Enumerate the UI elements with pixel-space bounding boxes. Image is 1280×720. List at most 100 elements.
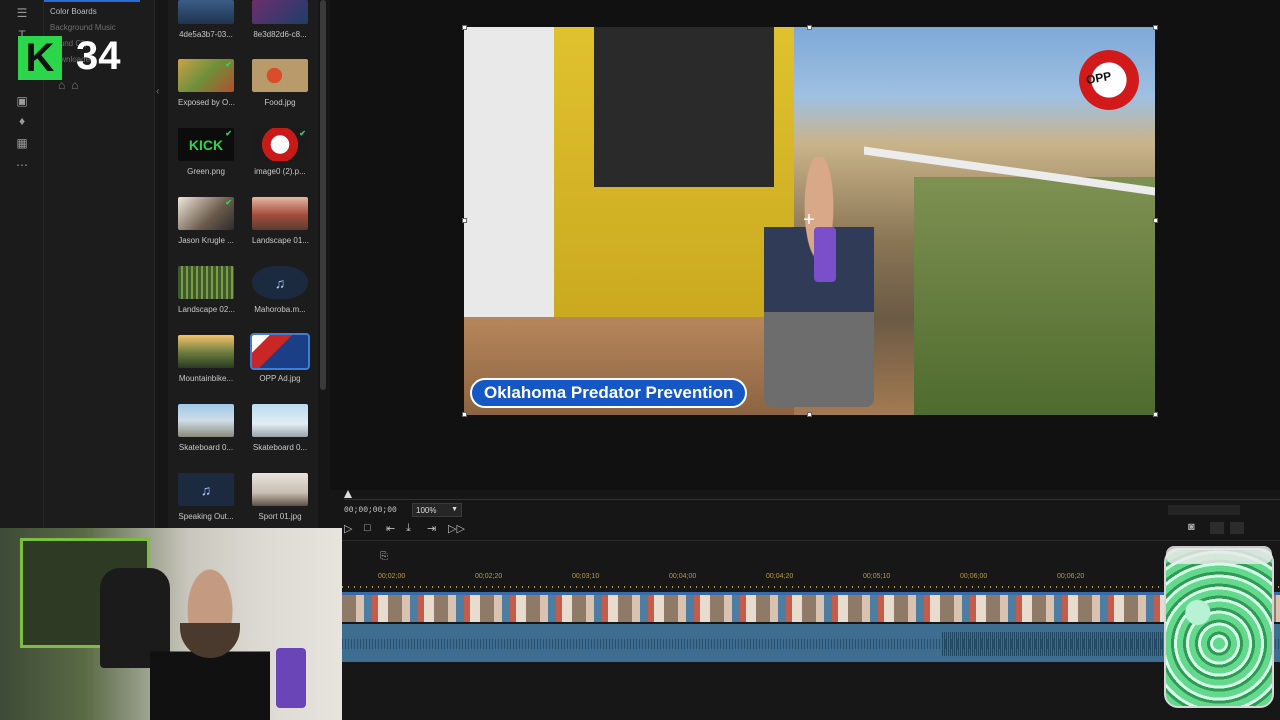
previous-frame-icon[interactable]: ⇤ [386,522,395,535]
audio-waveform-peak [942,632,1202,656]
media-tile[interactable]: Food.jpg [252,59,308,107]
fullscreen-icon[interactable] [1230,522,1244,534]
media-thumbnail: ♫ [178,473,234,506]
ruler-label: 00;04;20 [766,573,794,580]
drink-can [814,227,836,282]
audio-track-clip[interactable] [342,624,1280,662]
media-thumbnail [250,333,310,370]
in-use-check-icon: ✔ [225,60,232,69]
media-tile[interactable]: 4de5a3b7-03... [178,0,234,39]
media-label: Landscape 02... [178,305,235,314]
effect-room-icon[interactable]: ♦ [15,114,29,128]
media-tile[interactable]: ✔ Jason Krugle ... [178,197,234,245]
zoom-dropdown[interactable]: 100% ▼ [412,503,462,517]
media-thumbnail [178,335,234,368]
snapshot-marker-icon[interactable]: ⤓ [406,522,411,535]
pip-room-icon[interactable]: ▦ [15,136,29,150]
media-tile[interactable]: ✔ Exposed by O... [178,59,235,107]
track-manager-icon[interactable]: ⎘ [380,551,388,562]
in-use-check-icon: ✔ [225,198,232,207]
media-label: OPP Ad.jpg [259,374,301,383]
panel-divider[interactable] [154,0,155,528]
next-frame-icon[interactable]: ⇥ [427,522,436,535]
jar-lid [1166,546,1272,564]
media-thumbnail: ♫ [252,266,308,299]
resize-handle[interactable] [807,412,812,417]
tree-selection-bar [44,0,140,2]
collapse-tree-icon[interactable]: ‹ [156,86,159,97]
stop-icon[interactable]: □ [364,522,371,534]
video-track-clip[interactable] [342,592,1280,622]
media-scrollbar[interactable] [320,0,326,390]
scrubber-knob[interactable] [344,490,352,498]
move-crosshair-icon[interactable]: + [800,210,818,230]
timeline-ruler[interactable]: 00;02;00 00;02;20 00;03;10 00;04;00 00;0… [342,570,1280,590]
resize-handle[interactable] [462,218,467,223]
media-tile[interactable]: ♫ Mahoroba.m... [252,266,308,314]
chevron-down-icon: ▼ [451,506,458,513]
preview-scrubber[interactable] [344,490,1280,502]
candy-jar-overlay [1164,548,1274,708]
media-thumbnail [178,266,234,299]
media-label: Green.png [187,167,225,176]
drink-bottle [276,648,306,708]
more-rooms-icon[interactable]: ⋯ [15,158,29,172]
media-label: Speaking Out... [178,512,234,521]
media-tile[interactable]: ♫ Speaking Out... [178,473,234,521]
media-label: Skateboard 0... [178,443,234,452]
tree-item-color-boards[interactable]: Color Boards [50,7,97,16]
media-label: 4de5a3b7-03... [179,30,233,39]
media-label: Food.jpg [264,98,296,107]
ruler-label: 00;04;00 [669,573,697,580]
in-use-check-icon: ✔ [225,129,232,138]
media-thumbnail [252,404,308,437]
logo-letter: K [18,36,62,80]
media-label: Sport 01.jpg [258,512,302,521]
logo-number: 34 [76,34,121,78]
media-tile[interactable]: OPP Ad.jpg [250,333,310,383]
resize-handle[interactable] [462,25,467,30]
resize-handle[interactable] [807,25,812,30]
webcam-overlay [0,528,342,720]
music-note-icon: ♫ [274,274,286,291]
quality-selector[interactable] [1168,505,1240,515]
media-tile[interactable]: Sport 01.jpg [252,473,308,521]
media-thumbnail [178,404,234,437]
media-thumbnail [178,0,234,24]
media-room-icon[interactable]: ☰ [15,6,29,20]
ruler-label: 00;02;20 [475,573,503,580]
camera-icon[interactable]: ◙ [1188,521,1195,533]
media-tile[interactable]: Landscape 02... [178,266,235,314]
undock-preview-icon[interactable] [1210,522,1224,534]
media-tile[interactable]: Skateboard 0... [178,404,234,452]
caption-title[interactable]: Oklahoma Predator Prevention [470,378,748,408]
fast-forward-icon[interactable]: ▷▷ [448,522,465,535]
zoom-value: 100% [416,506,437,515]
ruler-ticks [342,586,1280,588]
resize-handle[interactable] [1153,25,1158,30]
timecode-display: 00;00;00;00 [344,506,397,515]
media-tile[interactable]: Skateboard 0... [252,404,308,452]
resize-handle[interactable] [1153,412,1158,417]
media-tile[interactable]: KICK ✔ Green.png [178,128,234,176]
play-icon[interactable]: ▷ [344,522,352,535]
media-label: Mahoroba.m... [254,305,306,314]
opp-logo-sticker: OPP [1074,45,1144,115]
media-label: Mountainbike... [178,374,234,383]
media-thumbnail: KICK ✔ [178,128,234,161]
ruler-label: 00;06;00 [960,573,988,580]
resize-handle[interactable] [462,412,467,417]
transition-room-icon[interactable]: ▣ [15,94,29,108]
media-tile[interactable]: Landscape 01... [252,197,309,245]
media-tile[interactable]: ✔ image0 (2).p... [252,128,308,176]
media-label: image0 (2).p... [254,167,306,176]
media-thumbnail [252,197,308,230]
ruler-label: 00;02;00 [378,573,406,580]
media-thumbnail [252,59,308,92]
media-tile[interactable]: Mountainbike... [178,335,234,383]
clip-header [342,592,1280,595]
resize-handle[interactable] [1153,218,1158,223]
dark-window [594,27,774,187]
media-tile[interactable]: 8e3d82d6-c8... [252,0,308,39]
in-use-check-icon: ✔ [299,129,306,138]
